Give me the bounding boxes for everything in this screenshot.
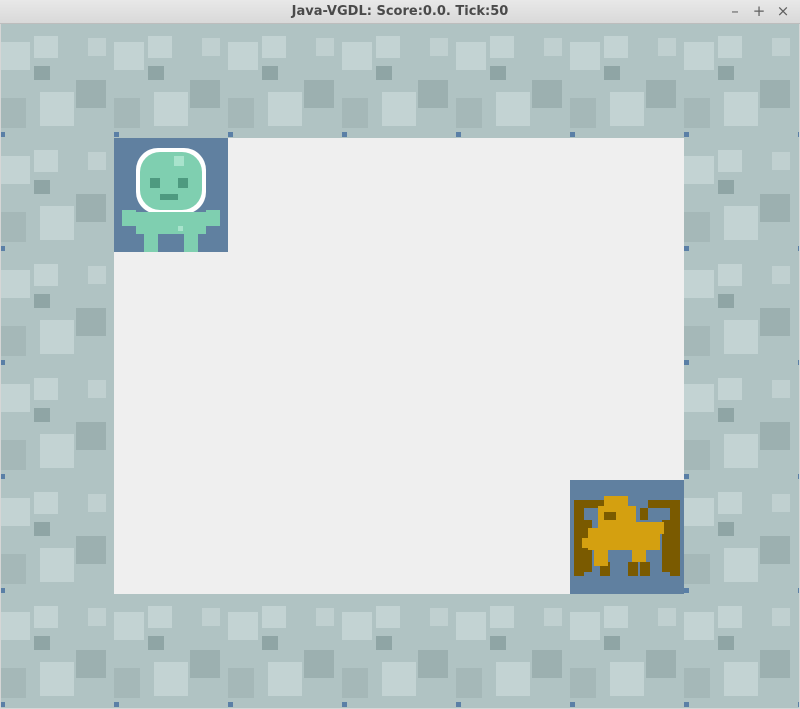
floor-tile — [114, 480, 228, 594]
wall-tile — [684, 138, 799, 252]
monkey-sprite — [570, 480, 684, 594]
wall-tile — [456, 24, 575, 138]
floor-tile — [570, 366, 684, 480]
close-button[interactable]: × — [774, 2, 792, 20]
floor-tile — [456, 366, 570, 480]
wall-tile — [684, 252, 799, 366]
floor-tile — [456, 252, 570, 366]
floor-tile — [228, 138, 342, 252]
avatar-sprite — [114, 138, 228, 252]
floor-tile — [342, 480, 456, 594]
floor-tile — [570, 252, 684, 366]
wall-tile — [342, 24, 461, 138]
wall-tile — [684, 366, 799, 480]
floor-tile — [114, 252, 228, 366]
game-board — [1, 24, 799, 708]
floor-tile — [456, 480, 570, 594]
wall-tile — [456, 594, 575, 708]
floor-tile — [570, 138, 684, 252]
wall-tile — [684, 480, 799, 594]
wall-tile — [1, 138, 119, 252]
floor-tile — [342, 138, 456, 252]
wall-tile — [1, 24, 119, 138]
wall-tile — [570, 24, 689, 138]
wall-tile — [114, 24, 233, 138]
wall-tile — [1, 366, 119, 480]
avatar-icon — [122, 148, 220, 252]
monkey-icon — [574, 496, 680, 576]
wall-tile — [228, 24, 347, 138]
floor-tile — [456, 138, 570, 252]
floor-tile — [342, 252, 456, 366]
wall-tile — [228, 594, 347, 708]
window-title: Java-VGDL: Score:0.0. Tick:50 — [291, 4, 509, 19]
window-titlebar: Java-VGDL: Score:0.0. Tick:50 – + × — [0, 0, 800, 24]
wall-tile — [342, 594, 461, 708]
floor-tile — [228, 366, 342, 480]
wall-tile — [114, 594, 233, 708]
window-controls: – + × — [726, 2, 792, 20]
floor-tile — [342, 366, 456, 480]
wall-tile — [684, 24, 799, 138]
minimize-button[interactable]: – — [726, 2, 744, 20]
wall-tile — [570, 594, 689, 708]
wall-tile — [1, 480, 119, 594]
floor-tile — [228, 252, 342, 366]
maximize-button[interactable]: + — [750, 2, 768, 20]
wall-tile — [684, 594, 799, 708]
floor-tile — [228, 480, 342, 594]
wall-tile — [1, 252, 119, 366]
floor-tile — [114, 366, 228, 480]
wall-tile — [1, 594, 119, 708]
